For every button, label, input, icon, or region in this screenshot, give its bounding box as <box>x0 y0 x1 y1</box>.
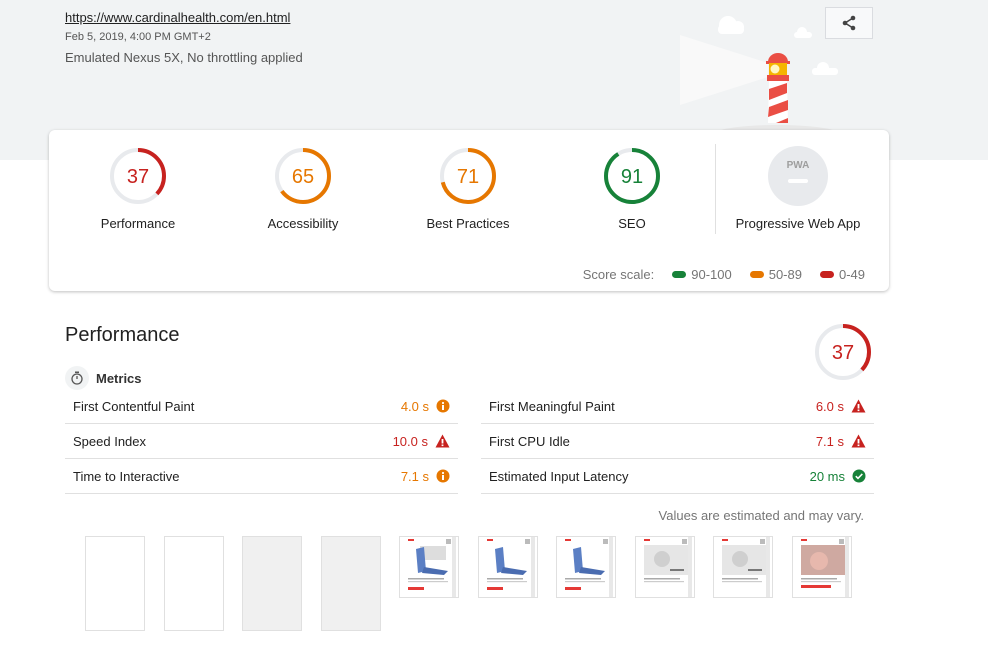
gauge-best-practices[interactable]: 71 Best Practices <box>393 146 543 231</box>
metrics-left-column: First Contentful Paint 4.0 s Speed Index… <box>65 389 458 494</box>
divider <box>715 144 716 234</box>
filmstrip-frame-gray <box>242 536 302 631</box>
share-icon <box>842 15 856 31</box>
device-info: Emulated Nexus 5X, No throttling applied <box>65 50 303 65</box>
page-url-link[interactable]: https://www.cardinalhealth.com/en.html <box>65 10 290 25</box>
gauge-score: 91 <box>621 166 643 188</box>
filmstrip-frame-blank <box>163 536 224 631</box>
metric-name: First CPU Idle <box>489 433 570 449</box>
filmstrip-frame-screenshot <box>556 536 616 598</box>
metric-name: First Meaningful Paint <box>489 398 615 414</box>
info-icon <box>436 399 450 413</box>
performance-score-gauge: 37 <box>815 324 871 380</box>
metric-name: Time to Interactive <box>73 468 180 484</box>
gauge-label: Progressive Web App <box>735 216 861 231</box>
check-icon <box>852 469 866 483</box>
gauge-seo[interactable]: 91 SEO <box>557 146 707 231</box>
gauge-label: Best Practices <box>426 216 510 231</box>
legend-dot-average <box>749 271 764 278</box>
gauge-pwa[interactable]: PWA Progressive Web App <box>723 146 873 231</box>
metric-row: Time to Interactive 7.1 s <box>65 459 458 494</box>
metric-name: Speed Index <box>73 433 147 449</box>
lighthouse-illustration <box>680 16 838 130</box>
metric-name: First Contentful Paint <box>73 398 195 414</box>
performance-section-title: Performance <box>65 324 180 346</box>
filmstrip-frame-gray <box>320 536 381 631</box>
warning-icon <box>851 399 866 413</box>
legend-dot-pass <box>672 271 687 278</box>
metric-name: Estimated Input Latency <box>489 468 629 484</box>
metric-row: Speed Index 10.0 s <box>65 424 458 459</box>
report-date: Feb 5, 2019, 4:00 PM GMT+2 <box>65 31 211 43</box>
legend-average-label: 50-89 <box>768 267 802 282</box>
warning-icon <box>851 434 866 448</box>
stopwatch-icon <box>65 366 89 390</box>
score-scale-label: Score scale: <box>582 267 655 282</box>
score-gauge: 65 <box>275 148 331 204</box>
scores-summary-card: 37 Performance 65 Accessibility 71 Best … <box>49 130 889 291</box>
metric-value: 4.0 s <box>400 398 429 414</box>
filmstrip <box>85 536 870 631</box>
gauge-score: 37 <box>832 342 854 364</box>
gauge-performance[interactable]: 37 Performance <box>63 146 213 231</box>
legend-pass-label: 90-100 <box>691 267 732 282</box>
metric-value: 7.1 s <box>815 433 844 449</box>
metric-value: 6.0 s <box>815 398 844 414</box>
legend-fail-label: 0-49 <box>838 267 865 282</box>
metric-row: First Meaningful Paint 6.0 s <box>481 389 874 424</box>
filmstrip-frame-screenshot <box>634 536 695 598</box>
filmstrip-frame-screenshot <box>791 536 852 598</box>
metric-value: 10.0 s <box>392 433 428 449</box>
gauge-score: 65 <box>292 166 314 188</box>
filmstrip-frame-screenshot <box>477 536 538 598</box>
metric-row: First CPU Idle 7.1 s <box>481 424 874 459</box>
gauge-label: Performance <box>100 216 176 231</box>
pwa-badge-icon: PWA <box>768 146 828 206</box>
info-icon <box>436 469 450 483</box>
gauge-accessibility[interactable]: 65 Accessibility <box>228 146 378 231</box>
metric-row: First Contentful Paint 4.0 s <box>65 389 458 424</box>
filmstrip-frame-screenshot <box>713 536 773 598</box>
score-gauge: 71 <box>440 148 496 204</box>
metric-value: 20 ms <box>809 468 845 484</box>
score-gauge: 91 <box>604 148 660 204</box>
filmstrip-frame-screenshot <box>399 536 459 598</box>
gauge-score: 37 <box>127 166 149 188</box>
legend-dot-fail <box>819 271 834 278</box>
pwa-badge-text: PWA <box>787 160 810 171</box>
estimate-note: Values are estimated and may vary. <box>658 508 864 523</box>
warning-icon <box>435 434 450 448</box>
metric-row: Estimated Input Latency 20 ms <box>481 459 874 494</box>
filmstrip-frame-blank <box>85 536 145 631</box>
gauge-label: SEO <box>618 216 646 231</box>
score-scale-legend: Score scale: 90-100 50-89 0-49 <box>583 267 865 282</box>
share-button[interactable] <box>825 7 873 39</box>
metrics-label: Metrics <box>96 370 142 386</box>
metrics-header: Metrics <box>65 366 142 390</box>
metrics-right-column: First Meaningful Paint 6.0 s First CPU I… <box>481 389 874 494</box>
gauge-score: 71 <box>457 166 479 188</box>
score-gauge: 37 <box>110 148 166 204</box>
gauge-label: Accessibility <box>267 216 339 231</box>
metric-value: 7.1 s <box>400 468 429 484</box>
